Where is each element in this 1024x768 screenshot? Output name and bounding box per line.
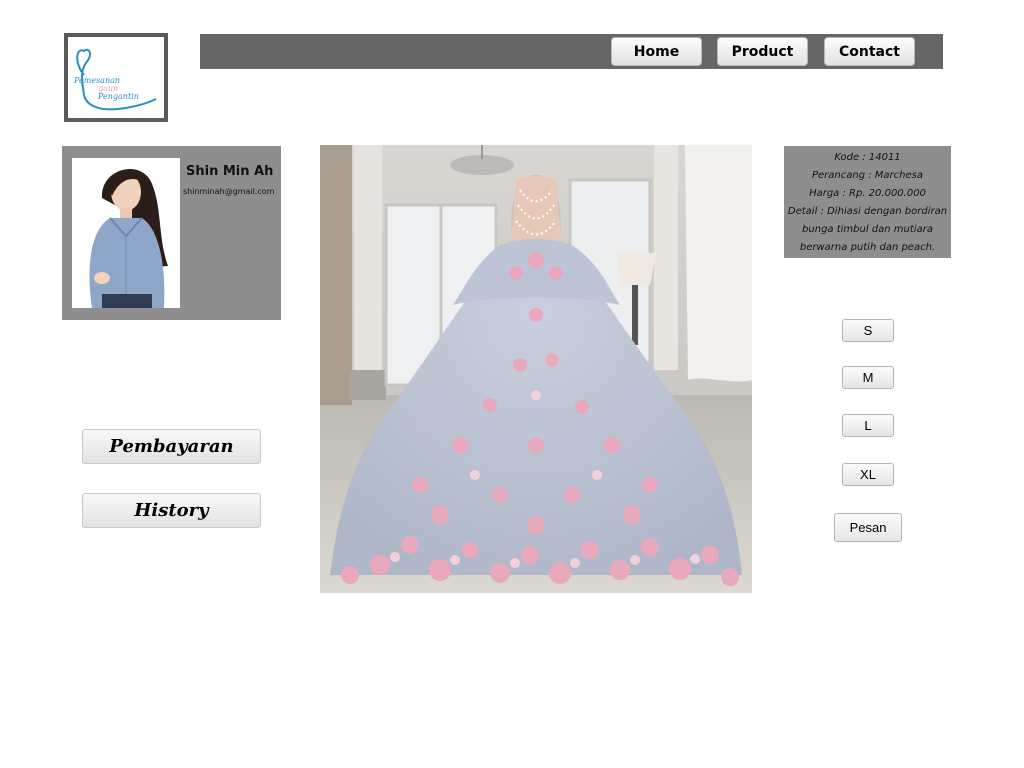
history-button[interactable]: History [82,493,261,528]
profile-email: shinminah@gmail.com [183,187,275,196]
product-detail-line3: berwarna putih dan peach. [799,242,936,253]
product-info-box: Kode : 14011 Perancang : Marchesa Harga … [784,146,951,258]
product-code: Kode : 14011 [834,152,901,163]
product-designer: Perancang : Marchesa [812,170,923,181]
pembayaran-button[interactable]: Pembayaran [82,429,261,464]
size-xl-button[interactable]: XL [842,463,894,486]
top-nav-bar: Home Product Contact [200,34,943,69]
avatar [72,158,180,308]
size-s-button[interactable]: S [842,319,894,342]
size-m-button[interactable]: M [842,366,894,389]
size-l-button[interactable]: L [842,414,894,437]
logo-text-line3: Pengantin [98,92,139,101]
home-button[interactable]: Home [611,37,702,66]
wedding-dress-image [320,145,752,593]
product-price: Harga : Rp. 20.000.000 [809,188,926,199]
order-button[interactable]: Pesan [834,513,902,542]
contact-button[interactable]: Contact [824,37,915,66]
logo: Pemesanan gaun Pengantin [64,33,168,122]
product-button[interactable]: Product [717,37,808,66]
product-detail-line1: Detail : Dihiasi dengan bordiran [787,206,948,217]
product-detail-line2: bunga timbul dan mutiara [802,224,933,235]
profile-card: Shin Min Ah shinminah@gmail.com [62,146,281,320]
profile-name: Shin Min Ah [186,164,274,179]
